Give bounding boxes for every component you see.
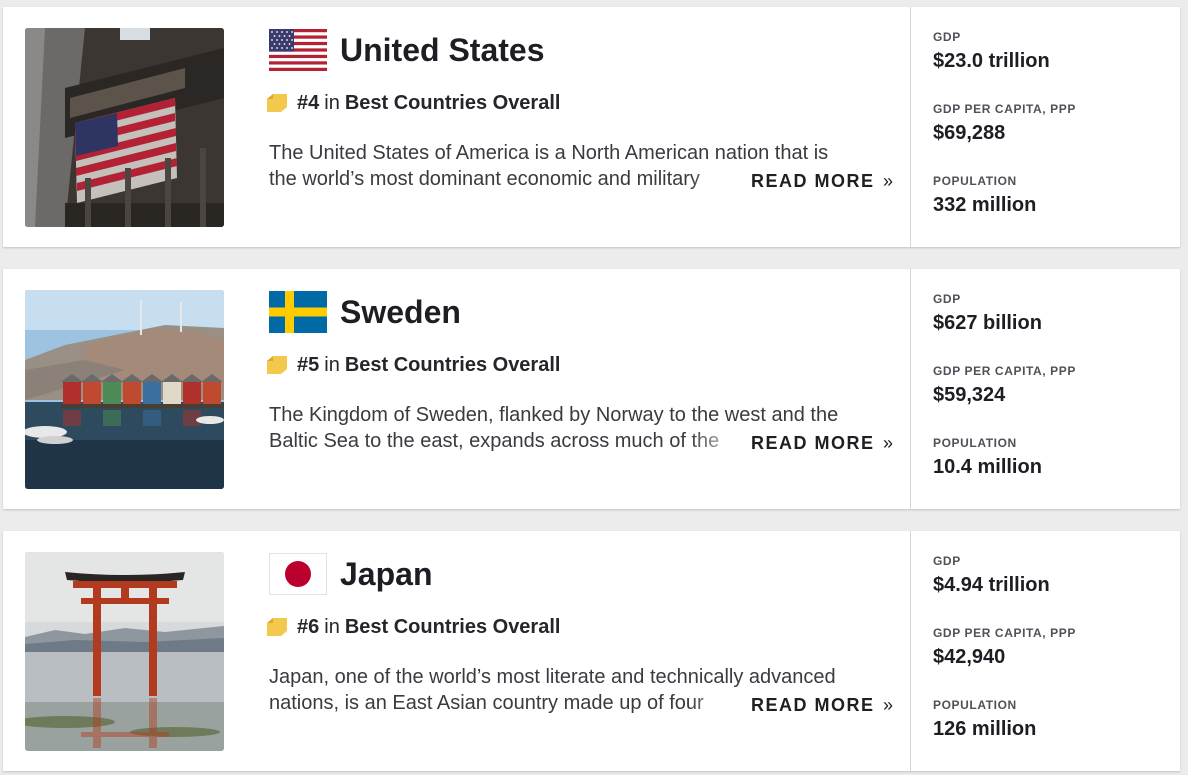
new-york-stock-exchange-photo	[25, 28, 224, 227]
rank-in-label: in	[324, 92, 340, 114]
gdp-label: GDP	[933, 292, 961, 306]
population-label: POPULATION	[933, 698, 1017, 712]
country-card-sweden: Sweden #5 in Best Countries Overall The …	[3, 269, 1180, 509]
ribbon-badge-icon	[265, 93, 289, 113]
description-line-2: the world’s most dominant economic and m…	[269, 166, 749, 192]
country-name[interactable]: United States	[340, 29, 544, 71]
population-value: 332 million	[933, 194, 1037, 216]
stats-divider	[910, 531, 911, 771]
gdp-label: GDP	[933, 30, 961, 44]
description-line-1: The Kingdom of Sweden, flanked by Norway…	[269, 404, 839, 426]
gdp-value: $627 billion	[933, 312, 1042, 334]
population-value: 10.4 million	[933, 456, 1042, 478]
description-line-2-text: the world’s most dominant economic and m…	[269, 168, 700, 190]
rank-in-label: in	[324, 616, 340, 638]
gdp-per-capita-label: GDP PER CAPITA, PPP	[933, 364, 1076, 378]
description-line-2-text: nations, is an East Asian country made u…	[269, 692, 704, 714]
country-photo-sweden[interactable]	[25, 290, 224, 489]
read-more-link[interactable]: READ MORE »	[751, 168, 893, 194]
swedish-boathouses-photo	[25, 290, 224, 489]
rank-category-link[interactable]: Best Countries Overall	[345, 614, 561, 640]
read-more-arrow-icon: »	[883, 171, 894, 191]
gdp-value: $23.0 trillion	[933, 50, 1050, 72]
population-label: POPULATION	[933, 174, 1017, 188]
ribbon-badge-icon	[265, 355, 289, 375]
rank-number: #4	[297, 92, 320, 114]
gdp-per-capita-label: GDP PER CAPITA, PPP	[933, 102, 1076, 116]
gdp-value: $4.94 trillion	[933, 574, 1050, 596]
ribbon-badge-icon	[265, 617, 289, 637]
description-line-1: Japan, one of the world’s most literate …	[269, 666, 836, 688]
country-photo-japan[interactable]	[25, 552, 224, 751]
description-fade	[689, 690, 749, 716]
read-more-label: READ MORE	[751, 171, 875, 191]
gdp-label: GDP	[933, 554, 961, 568]
rank-row: #5 in Best Countries Overall	[265, 352, 560, 378]
country-photo-united-states[interactable]	[25, 28, 224, 227]
description-line-2: Baltic Sea to the east, expands across m…	[269, 428, 749, 454]
sweden-flag-icon	[269, 291, 327, 333]
gdp-per-capita-value: $69,288	[933, 122, 1006, 144]
rank-row: #6 in Best Countries Overall	[265, 614, 560, 640]
gdp-per-capita-value: $42,940	[933, 646, 1006, 668]
read-more-link[interactable]: READ MORE »	[751, 692, 893, 718]
description-line-2-text: Baltic Sea to the east, expands across m…	[269, 430, 720, 452]
gdp-per-capita-label: GDP PER CAPITA, PPP	[933, 626, 1076, 640]
rank-number: #6	[297, 616, 320, 638]
rank-category-link[interactable]: Best Countries Overall	[345, 90, 561, 116]
population-label: POPULATION	[933, 436, 1017, 450]
stats-divider	[910, 269, 911, 509]
read-more-arrow-icon: »	[883, 433, 894, 453]
japan-flag-icon	[269, 553, 327, 595]
description-fade	[689, 166, 749, 192]
description-line-2: nations, is an East Asian country made u…	[269, 690, 749, 716]
rank-category-link[interactable]: Best Countries Overall	[345, 352, 561, 378]
read-more-arrow-icon: »	[883, 695, 894, 715]
torii-gate-photo	[25, 552, 224, 751]
rank-in-label: in	[324, 354, 340, 376]
description-line-1: The United States of America is a North …	[269, 142, 829, 164]
description-fade	[689, 428, 749, 454]
rank-row: #4 in Best Countries Overall	[265, 90, 560, 116]
rank-number: #5	[297, 354, 320, 376]
population-value: 126 million	[933, 718, 1037, 740]
read-more-label: READ MORE	[751, 433, 875, 453]
country-name[interactable]: Japan	[340, 553, 432, 595]
country-card-japan: Japan #6 in Best Countries Overall Japan…	[3, 531, 1180, 771]
read-more-link[interactable]: READ MORE »	[751, 430, 893, 456]
country-name[interactable]: Sweden	[340, 291, 461, 333]
read-more-label: READ MORE	[751, 695, 875, 715]
stats-divider	[910, 7, 911, 247]
country-card-united-states: United States #4 in Best Countries Overa…	[3, 7, 1180, 247]
gdp-per-capita-value: $59,324	[933, 384, 1006, 406]
us-flag-icon	[269, 29, 327, 71]
